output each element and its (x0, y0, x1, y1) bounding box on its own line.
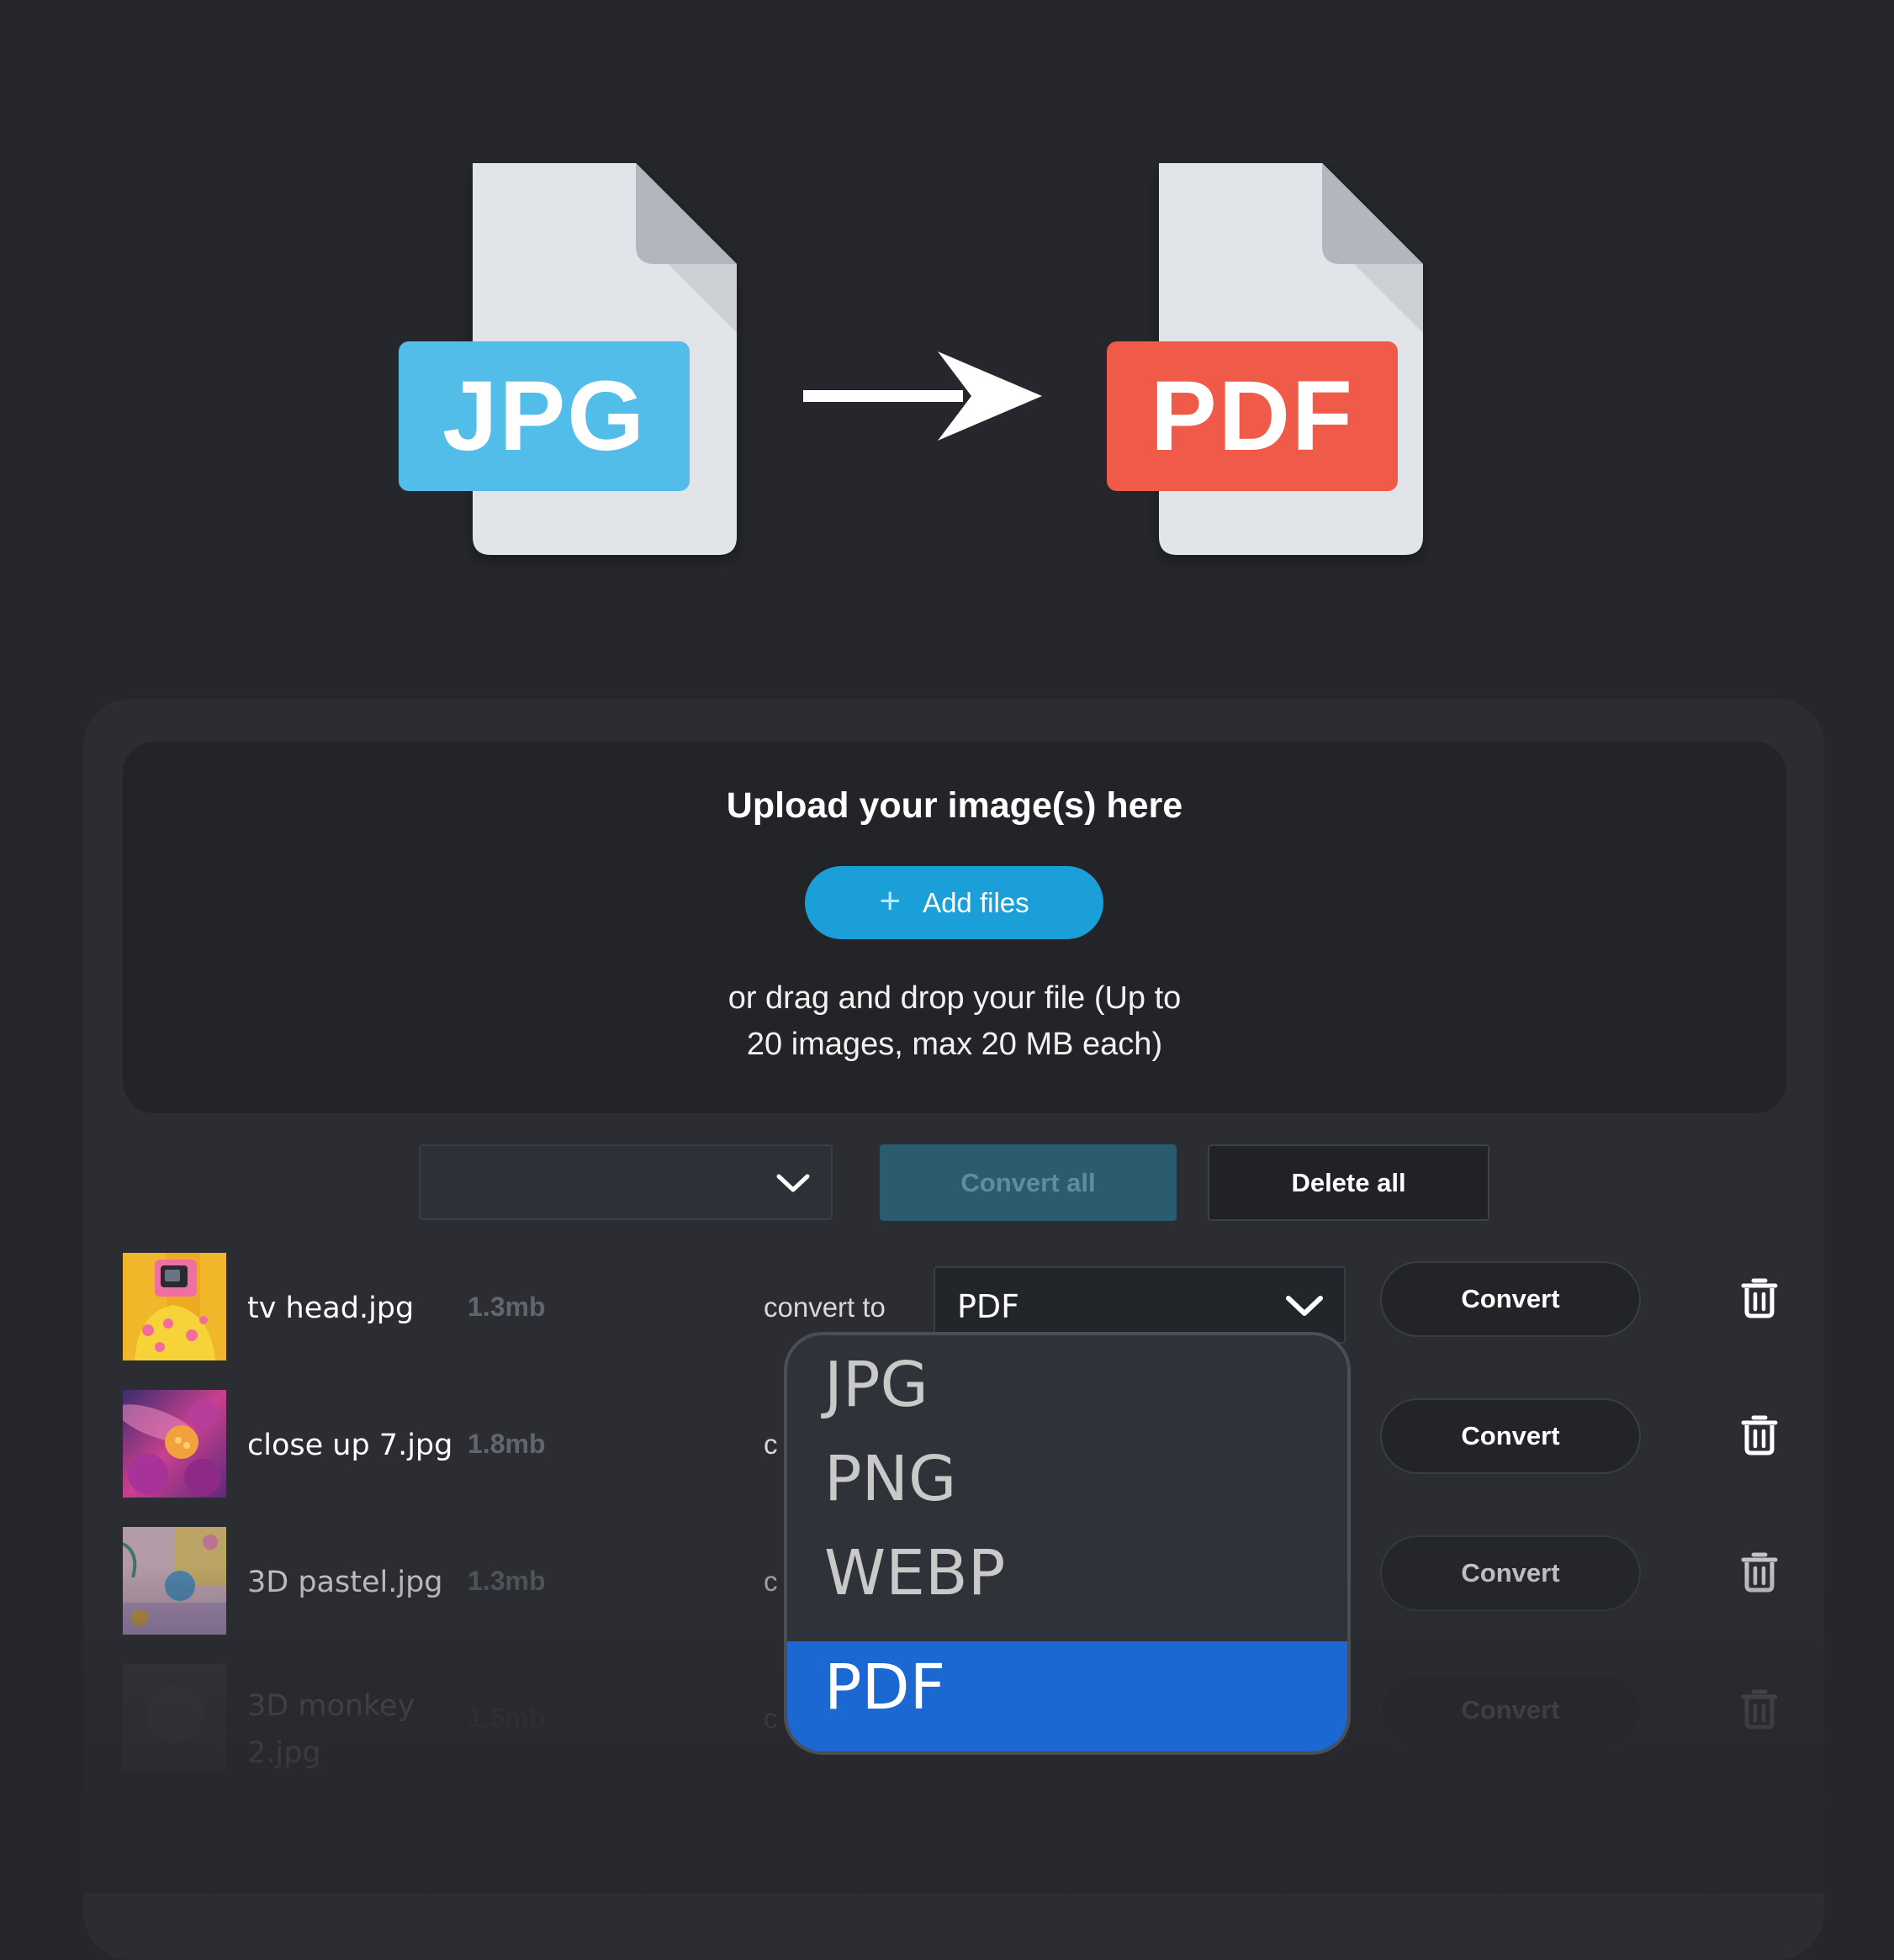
drop-hint-line-1: or drag and drop your file (Up to (727, 980, 1182, 1016)
file-size: 1.8mb (468, 1429, 546, 1459)
jpg-file-icon: JPG (399, 163, 819, 567)
thumbnail-3d-monkey (123, 1664, 226, 1772)
file-size: 1.3mb (468, 1566, 546, 1596)
dropdown-option-png[interactable]: PNG (787, 1431, 1347, 1527)
drop-hint-line-2: 20 images, max 20 MB each) (746, 1027, 1163, 1062)
add-files-label: Add files (923, 886, 1029, 918)
trash-icon[interactable] (1741, 1413, 1778, 1455)
upload-title: Upload your image(s) here (726, 785, 1183, 826)
file-name: 3D monkey 2.jpg (247, 1683, 415, 1777)
dropdown-option-jpg[interactable]: JPG (787, 1337, 1347, 1433)
file-size: 1.5mb (468, 1703, 546, 1733)
trash-icon[interactable] (1741, 1276, 1778, 1318)
bulk-format-select[interactable] (419, 1144, 833, 1220)
format-select-value: PDF (957, 1288, 1020, 1325)
format-dropdown-list: JPG PNG WEBP PDF (784, 1332, 1351, 1755)
plus-icon: + (879, 880, 902, 922)
jpg-badge: JPG (399, 341, 690, 491)
file-size: 1.3mb (468, 1292, 546, 1322)
file-name-line-2: 2.jpg (247, 1736, 321, 1770)
thumbnail-tv-head (123, 1253, 226, 1360)
pdf-file-icon: PDF (1107, 163, 1527, 567)
add-files-button[interactable]: + Add files (805, 866, 1103, 939)
trash-icon[interactable] (1741, 1551, 1778, 1593)
convert-to-label: c (764, 1429, 778, 1460)
convert-all-button[interactable]: Convert all (880, 1144, 1177, 1221)
trash-icon[interactable] (1741, 1688, 1778, 1730)
convert-button[interactable]: Convert (1380, 1398, 1641, 1474)
convert-button[interactable]: Convert (1380, 1535, 1641, 1611)
delete-all-button[interactable]: Delete all (1208, 1144, 1489, 1221)
pdf-badge: PDF (1107, 341, 1398, 491)
dropdown-option-webp[interactable]: WEBP (787, 1525, 1347, 1621)
chevron-down-icon (776, 1174, 810, 1192)
dropdown-option-pdf[interactable]: PDF (787, 1641, 1347, 1751)
convert-to-label: convert to (764, 1292, 886, 1323)
chevron-down-icon (1286, 1296, 1323, 1316)
thumbnail-close-up (123, 1390, 226, 1498)
convert-to-label: c (764, 1566, 778, 1597)
convert-button[interactable]: Convert (1380, 1261, 1641, 1337)
thumbnail-3d-pastel (123, 1527, 226, 1635)
convert-to-label: c (764, 1703, 778, 1734)
file-name-line-1: 3D monkey (247, 1689, 415, 1723)
convert-button[interactable]: Convert (1380, 1672, 1641, 1748)
right-arrow-icon (803, 351, 1042, 441)
file-name: tv head.jpg (247, 1292, 415, 1325)
file-name: close up 7.jpg (247, 1429, 453, 1462)
drop-hint: or drag and drop your file (Up to 20 ima… (123, 975, 1786, 1068)
file-name: 3D pastel.jpg (247, 1566, 443, 1599)
